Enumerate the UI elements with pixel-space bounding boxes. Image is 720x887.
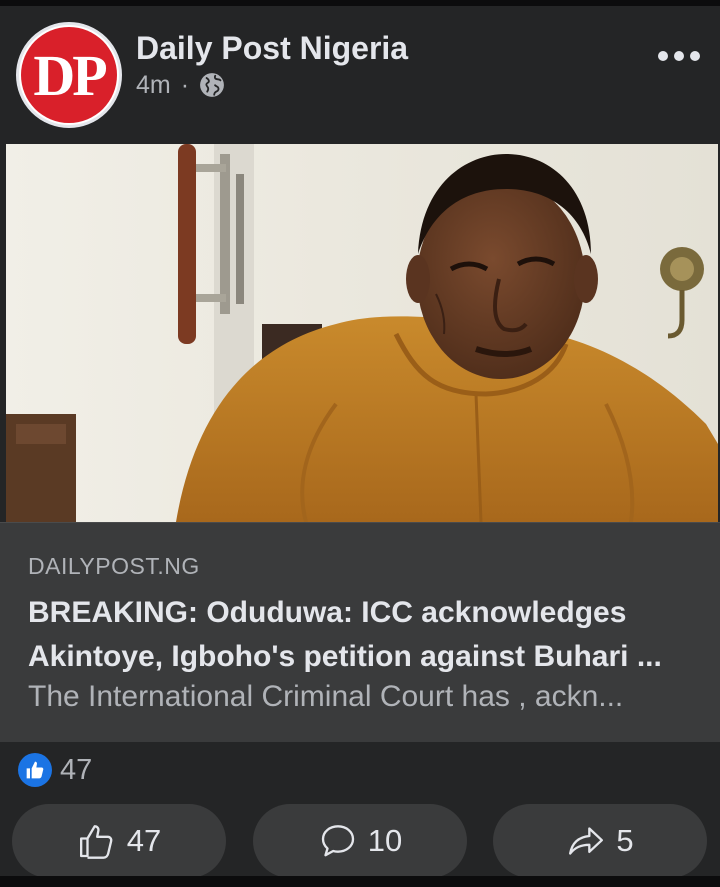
post-header: DP Daily Post Nigeria 4m ·: [0, 6, 720, 144]
link-headline: BREAKING: Oduduwa: ICC acknowledges Akin…: [28, 596, 662, 673]
link-snippet: The International Criminal Court has , a…: [28, 680, 624, 713]
post-meta: 4m ·: [136, 70, 225, 100]
like-badge-icon: [18, 753, 52, 787]
more-dot: [658, 51, 668, 61]
share-icon: [569, 827, 604, 855]
post-card: DP Daily Post Nigeria 4m · DAILYPOST.NG …: [0, 6, 720, 887]
meta-separator: ·: [180, 70, 190, 99]
link-domain: DAILYPOST.NG: [28, 553, 200, 579]
post-time[interactable]: 4m: [136, 71, 171, 100]
thumbs-up-icon: [79, 825, 113, 859]
action-bar: 47 10 5: [0, 804, 720, 882]
share-button[interactable]: 5: [493, 804, 707, 878]
reaction-count: 47: [60, 753, 93, 786]
post-image[interactable]: [6, 144, 718, 522]
comment-count: 10: [367, 823, 403, 858]
avatar[interactable]: DP: [16, 22, 122, 128]
like-button[interactable]: 47: [12, 804, 226, 878]
comment-button[interactable]: 10: [253, 804, 467, 878]
like-count: 47: [126, 823, 162, 858]
share-count: 5: [616, 823, 634, 858]
nav-bar-edge: [0, 876, 720, 887]
avatar-logo: DP: [21, 27, 117, 123]
man-in-orange-outfit-photo: [6, 144, 718, 522]
comment-icon: [321, 825, 354, 857]
globe-icon: [200, 73, 224, 97]
more-dot: [674, 51, 684, 61]
page-name[interactable]: Daily Post Nigeria: [136, 30, 408, 67]
more-dot: [690, 51, 700, 61]
link-preview[interactable]: DAILYPOST.NG BREAKING: Oduduwa: ICC ackn…: [0, 522, 720, 742]
more-icon[interactable]: [654, 36, 704, 76]
reaction-summary[interactable]: 47: [18, 750, 92, 790]
